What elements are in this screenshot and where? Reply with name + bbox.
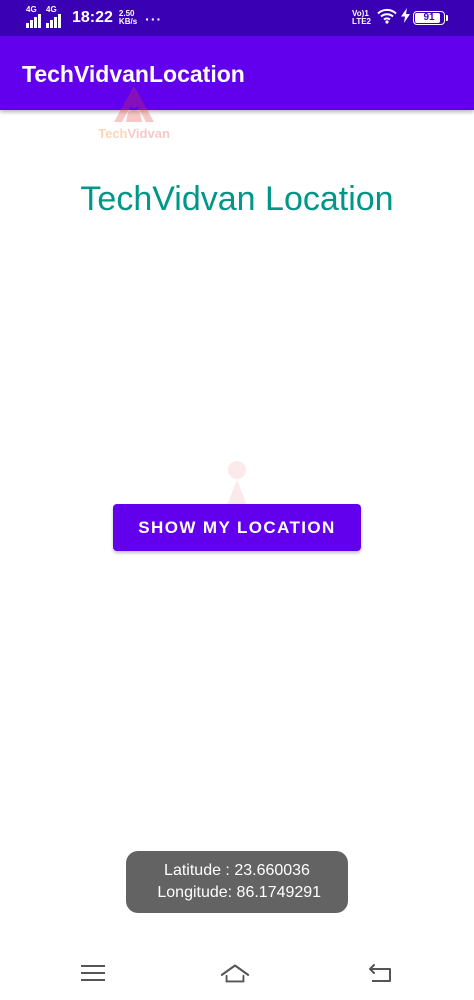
toast-longitude: Longitude: 86.1749291 bbox=[152, 884, 322, 901]
volte-bottom-label: LTE2 bbox=[352, 17, 371, 26]
bolt-icon bbox=[401, 8, 410, 28]
battery-level: 91 bbox=[423, 12, 435, 23]
sim2-signal: 4G bbox=[46, 5, 62, 28]
app-bar: TechVidvanLocation bbox=[0, 36, 474, 110]
show-my-location-button[interactable]: SHOW MY LOCATION bbox=[113, 504, 361, 551]
network-speed: 2.50 KB/s bbox=[119, 10, 137, 26]
menu-icon[interactable] bbox=[78, 960, 108, 986]
sim1-network-label: 4G bbox=[26, 5, 37, 14]
battery-tip bbox=[446, 15, 448, 21]
more-notifications-icon: ··· bbox=[145, 11, 163, 27]
location-toast: Latitude : 23.660036 Longitude: 86.17492… bbox=[126, 851, 348, 913]
toast-latitude: Latitude : 23.660036 bbox=[164, 862, 310, 879]
status-bar: 4G 4G 18:22 2.50 KB/s ··· Vo)1 LTE2 91 bbox=[0, 0, 474, 36]
status-bar-left: 4G 4G 18:22 2.50 KB/s ··· bbox=[26, 5, 163, 28]
page-heading: TechVidvan Location bbox=[80, 180, 394, 218]
watermark-text-vidvan: Vidvan bbox=[128, 126, 170, 141]
watermark-text-tech: Tech bbox=[98, 126, 127, 141]
volte-indicator: Vo)1 LTE2 bbox=[352, 10, 371, 26]
signal-bars-icon bbox=[26, 14, 42, 28]
sim2-network-label: 4G bbox=[46, 5, 57, 14]
network-speed-unit: KB/s bbox=[118, 17, 138, 26]
navigation-bar bbox=[0, 946, 474, 1000]
sim1-signal: 4G bbox=[26, 5, 42, 28]
svg-text:TechVidvan: TechVidvan bbox=[98, 126, 170, 141]
back-icon[interactable] bbox=[366, 960, 396, 986]
status-time: 18:22 bbox=[72, 9, 113, 26]
screen: 4G 4G 18:22 2.50 KB/s ··· Vo)1 LTE2 91 T… bbox=[0, 0, 474, 1000]
status-bar-right: Vo)1 LTE2 91 bbox=[352, 8, 448, 29]
signal-bars-icon bbox=[46, 14, 62, 28]
battery-icon: 91 bbox=[413, 11, 445, 25]
wifi-icon bbox=[377, 8, 397, 29]
home-icon[interactable] bbox=[220, 960, 250, 986]
techvidvan-watermark-logo: TechVidvan bbox=[92, 82, 176, 144]
